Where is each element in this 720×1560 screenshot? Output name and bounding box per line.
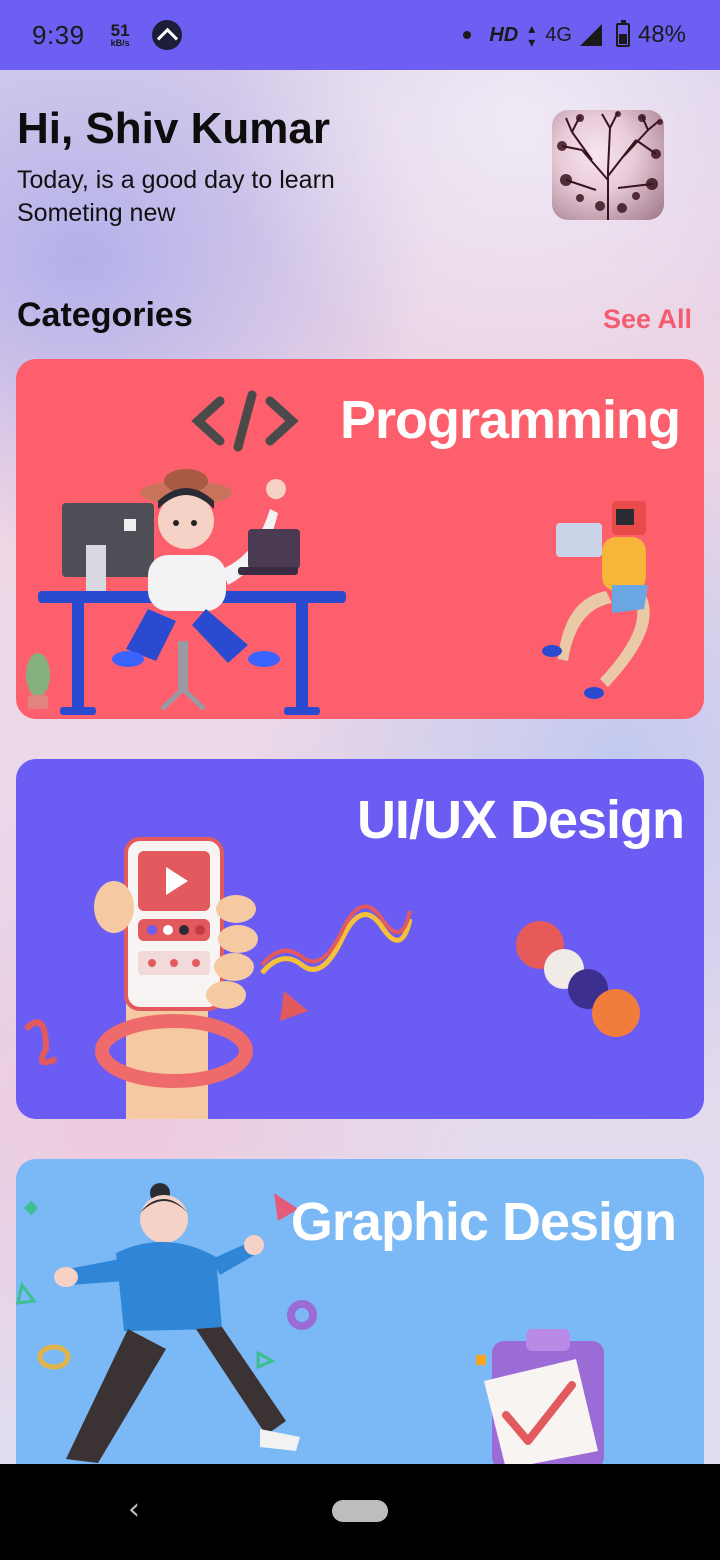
avatar[interactable] — [552, 110, 664, 220]
network-speed-unit: kB/s — [110, 38, 130, 48]
category-card-graphic-design[interactable]: Graphic Design — [16, 1159, 704, 1469]
category-label-programming: Programming — [339, 390, 681, 450]
app-notification-icon — [151, 20, 182, 50]
signal-icon — [579, 24, 602, 46]
greeting-subtitle: Today, is a good day to learn Someting n… — [17, 166, 335, 227]
battery-icon — [615, 20, 630, 47]
battery-level: 48% — [637, 21, 686, 48]
see-all-button[interactable]: See All — [603, 304, 692, 335]
category-label-uiux-design: UI/UX Design — [356, 790, 685, 850]
data-activity-icon: ▴ ▾ — [528, 20, 536, 50]
avatar-tree-image — [557, 111, 663, 220]
status-time: 9:39 — [32, 19, 85, 50]
category-card-programming[interactable]: Programming — [16, 359, 704, 719]
category-label-graphic-design: Graphic Design — [290, 1192, 677, 1252]
network-type-label: 4G — [545, 23, 572, 46]
status-bar: 9:39 51 kB/s HD ▴ ▾ 4G 48% — [0, 0, 720, 70]
code-icon — [191, 390, 299, 452]
home-button[interactable] — [332, 1500, 388, 1522]
network-speed-value: 51 — [110, 21, 130, 40]
back-button[interactable]: ‹ — [128, 1492, 140, 1527]
network-speed: 51 kB/s — [111, 22, 130, 48]
status-icons: HD ▴ ▾ 4G 48% — [463, 20, 686, 50]
categories-title: Categories — [17, 296, 193, 334]
greeting-title: Hi, Shiv Kumar — [17, 104, 330, 153]
notification-dot-icon — [463, 31, 472, 39]
category-card-uiux-design[interactable]: UI/UX Design — [16, 759, 704, 1119]
hd-voice-label: HD — [489, 23, 519, 46]
system-navigation-bar: ‹ — [0, 1464, 720, 1560]
